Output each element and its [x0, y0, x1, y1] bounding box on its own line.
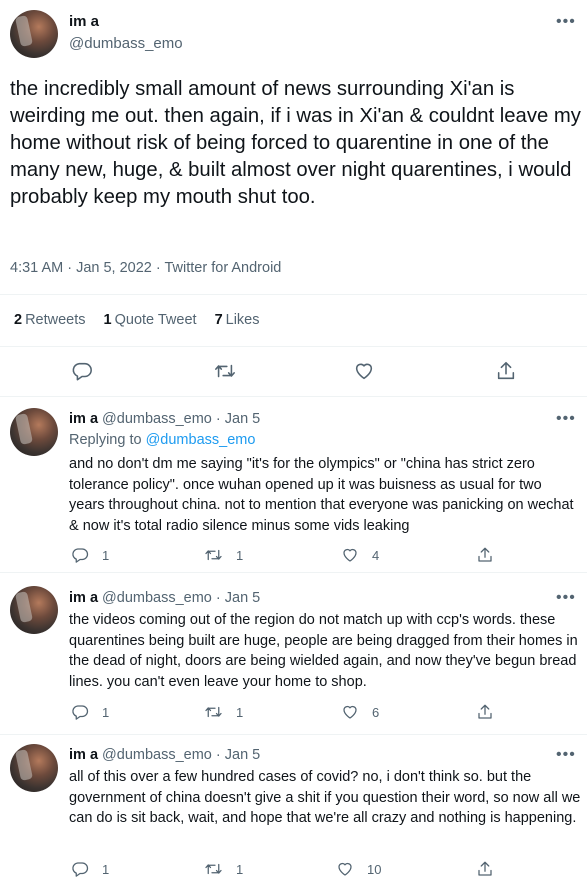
- retweet-count: 1: [236, 547, 244, 563]
- retweets-stat[interactable]: 2 Retweets: [14, 312, 86, 328]
- reply-icon[interactable]: [71, 360, 93, 382]
- share-action[interactable]: [476, 546, 494, 564]
- handle-date[interactable]: @dumbass_emo · Jan 5: [102, 747, 260, 763]
- quote-tweets-stat[interactable]: 1 Quote Tweet: [104, 312, 197, 328]
- retweet-action[interactable]: 1: [204, 860, 243, 878]
- engagement-stats: 2 Retweets 1 Quote Tweet 7 Likes: [14, 312, 260, 328]
- reply-count: 1: [102, 547, 110, 563]
- share-icon[interactable]: [476, 546, 494, 564]
- display-name[interactable]: im a: [69, 411, 98, 427]
- reply-icon[interactable]: [71, 703, 89, 721]
- handle[interactable]: @dumbass_emo: [69, 35, 183, 52]
- avatar[interactable]: [10, 408, 58, 456]
- reply-count: 1: [102, 704, 110, 720]
- heart-icon[interactable]: [341, 546, 359, 564]
- avatar[interactable]: [10, 586, 58, 634]
- reply-action[interactable]: 1: [71, 546, 109, 564]
- like-count: 6: [372, 704, 380, 720]
- share-icon[interactable]: [495, 360, 517, 382]
- divider: [0, 294, 587, 295]
- retweet-action[interactable]: 1: [204, 546, 243, 564]
- reply-icon[interactable]: [71, 546, 89, 564]
- share-action[interactable]: [476, 703, 494, 721]
- retweet-icon[interactable]: [213, 360, 237, 382]
- like-action[interactable]: 4: [341, 546, 379, 564]
- tweet-thread: im a @dumbass_emo ••• the incredibly sma…: [0, 0, 587, 888]
- tweet-timestamp[interactable]: 4:31 AM · Jan 5, 2022 · Twitter for Andr…: [10, 260, 281, 276]
- tweet-text: the videos coming out of the region do n…: [69, 612, 578, 690]
- handle-date[interactable]: @dumbass_emo · Jan 5: [102, 411, 260, 427]
- retweet-action[interactable]: 1: [204, 703, 243, 721]
- tweet-text: the incredibly small amount of news surr…: [10, 78, 587, 208]
- share-icon[interactable]: [476, 703, 494, 721]
- like-action[interactable]: 6: [341, 703, 379, 721]
- share-action[interactable]: [476, 860, 494, 878]
- display-name[interactable]: im a: [69, 747, 98, 763]
- reply-action[interactable]: 1: [71, 860, 109, 878]
- more-horizontal-icon[interactable]: •••: [556, 590, 576, 606]
- more-horizontal-icon[interactable]: •••: [556, 14, 576, 30]
- tweet-header: im a @dumbass_emo · Jan 5: [69, 411, 260, 427]
- display-name[interactable]: im a: [69, 590, 98, 606]
- divider: [0, 346, 587, 347]
- reply-tweet[interactable]: im a @dumbass_emo · Jan 5 ••• the videos…: [0, 572, 587, 734]
- likes-stat[interactable]: 7 Likes: [215, 312, 260, 328]
- tweet-text: all of this over a few hundred cases of …: [69, 769, 581, 827]
- tweet-header: im a @dumbass_emo · Jan 5: [69, 747, 260, 763]
- tweet-actions: 1 1 4: [0, 546, 587, 566]
- tweet-actions: 1 1 6: [0, 703, 587, 723]
- like-count: 4: [372, 547, 380, 563]
- reply-tweet[interactable]: im a @dumbass_emo · Jan 5 ••• Replying t…: [0, 396, 587, 572]
- more-horizontal-icon[interactable]: •••: [556, 747, 576, 763]
- tweet-text: and no don't dm me saying "it's for the …: [69, 456, 574, 534]
- retweet-icon[interactable]: [204, 860, 223, 878]
- more-horizontal-icon[interactable]: •••: [556, 411, 576, 427]
- like-count: 10: [367, 861, 382, 877]
- reply-action[interactable]: 1: [71, 703, 109, 721]
- tweet-header: im a @dumbass_emo · Jan 5: [69, 590, 260, 606]
- share-icon[interactable]: [476, 860, 494, 878]
- heart-icon[interactable]: [353, 360, 375, 382]
- tweet-actions: [0, 360, 587, 384]
- heart-icon[interactable]: [336, 860, 354, 878]
- reply-tweet[interactable]: im a @dumbass_emo · Jan 5 ••• all of thi…: [0, 734, 587, 888]
- replying-to-link[interactable]: @dumbass_emo: [146, 432, 256, 448]
- reply-icon[interactable]: [71, 860, 89, 878]
- avatar[interactable]: [10, 10, 58, 58]
- retweet-count: 1: [236, 861, 244, 877]
- retweet-icon[interactable]: [204, 546, 223, 564]
- retweet-count: 1: [236, 704, 244, 720]
- tweet-actions: 1 1 10: [0, 860, 587, 880]
- reply-count: 1: [102, 861, 110, 877]
- like-action[interactable]: 10: [336, 860, 381, 878]
- avatar[interactable]: [10, 744, 58, 792]
- handle-date[interactable]: @dumbass_emo · Jan 5: [102, 590, 260, 606]
- display-name[interactable]: im a: [69, 13, 99, 30]
- replying-to: Replying to @dumbass_emo: [69, 432, 256, 448]
- retweet-icon[interactable]: [204, 703, 223, 721]
- heart-icon[interactable]: [341, 703, 359, 721]
